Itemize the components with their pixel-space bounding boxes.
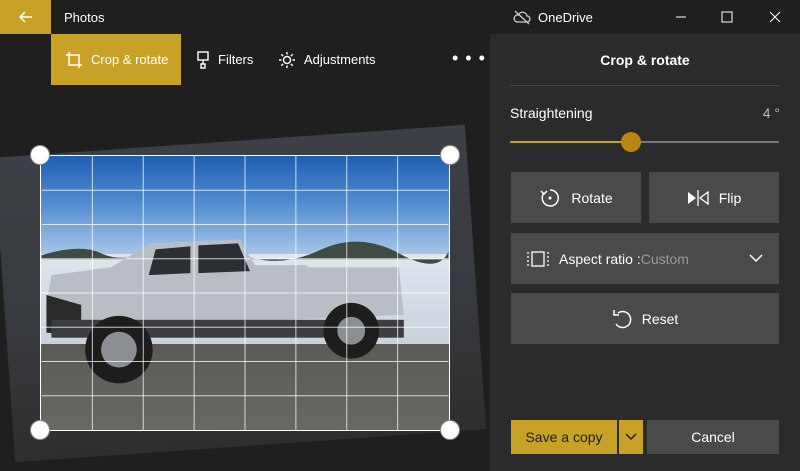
undo-icon — [612, 309, 632, 328]
save-copy-button[interactable]: Save a copy — [511, 420, 617, 454]
aspect-ratio-label: Aspect ratio : — [559, 250, 641, 267]
onedrive-label[interactable]: OneDrive — [538, 10, 593, 25]
tab-crop-rotate[interactable]: Crop & rotate — [51, 34, 181, 85]
straightening-slider[interactable] — [510, 132, 779, 152]
crop-area[interactable] — [40, 155, 450, 431]
slider-fill — [510, 141, 632, 143]
panel-title: Crop & rotate — [600, 52, 690, 68]
straightening-label: Straightening — [510, 105, 593, 121]
reset-button[interactable]: Reset — [511, 293, 779, 344]
crop-handle-top-right[interactable] — [440, 145, 460, 165]
editor-toolbar: Crop & rotate Filters Adjustments • • • — [0, 34, 490, 85]
chevron-down-icon — [625, 433, 637, 441]
rotate-label: Rotate — [571, 189, 613, 206]
close-icon — [769, 11, 781, 23]
aspect-ratio-value: Custom — [640, 250, 689, 267]
rotate-icon — [540, 188, 560, 207]
tab-crop-rotate-label: Crop & rotate — [91, 52, 169, 67]
tab-adjustments[interactable]: Adjustments — [278, 34, 376, 85]
back-button[interactable] — [0, 0, 51, 34]
sun-icon — [279, 51, 295, 68]
aspect-ratio-dropdown[interactable]: Aspect ratio : Custom — [511, 233, 779, 284]
panel-divider — [510, 85, 779, 86]
arrow-left-icon — [18, 11, 32, 23]
tab-adjustments-label: Adjustments — [304, 52, 376, 67]
aspect-ratio-icon — [527, 250, 549, 267]
image-canvas — [0, 85, 490, 471]
maximize-button[interactable] — [704, 0, 750, 34]
tab-filters[interactable]: Filters — [196, 34, 253, 85]
tab-filters-label: Filters — [218, 52, 254, 67]
cancel-button[interactable]: Cancel — [647, 420, 779, 454]
straightening-value: 4 ° — [762, 105, 780, 121]
brush-icon — [197, 50, 209, 69]
minimize-icon — [676, 16, 686, 18]
maximize-icon — [721, 11, 733, 23]
title-bar: Photos OneDrive — [0, 0, 800, 34]
close-button[interactable] — [752, 0, 798, 34]
flip-button[interactable]: Flip — [649, 172, 779, 223]
crop-handle-top-left[interactable] — [30, 145, 50, 165]
app-title: Photos — [64, 10, 105, 25]
reset-label: Reset — [641, 310, 679, 327]
more-options-icon[interactable]: • • • — [452, 48, 486, 69]
slider-thumb[interactable] — [621, 132, 642, 152]
chevron-down-icon — [749, 254, 763, 263]
truck-illustration — [41, 156, 449, 430]
crop-handle-bottom-right[interactable] — [440, 420, 460, 440]
crop-rotate-panel: Crop & rotate Straightening 4 ° Rotate F… — [490, 34, 800, 471]
rotate-button[interactable]: Rotate — [511, 172, 641, 223]
flip-label: Flip — [718, 189, 742, 206]
crop-handle-bottom-left[interactable] — [30, 420, 50, 440]
crop-icon — [66, 51, 82, 68]
minimize-button[interactable] — [658, 0, 704, 34]
cloud-off-icon[interactable] — [512, 9, 532, 25]
flip-icon — [687, 189, 709, 206]
save-options-button[interactable] — [619, 420, 643, 454]
